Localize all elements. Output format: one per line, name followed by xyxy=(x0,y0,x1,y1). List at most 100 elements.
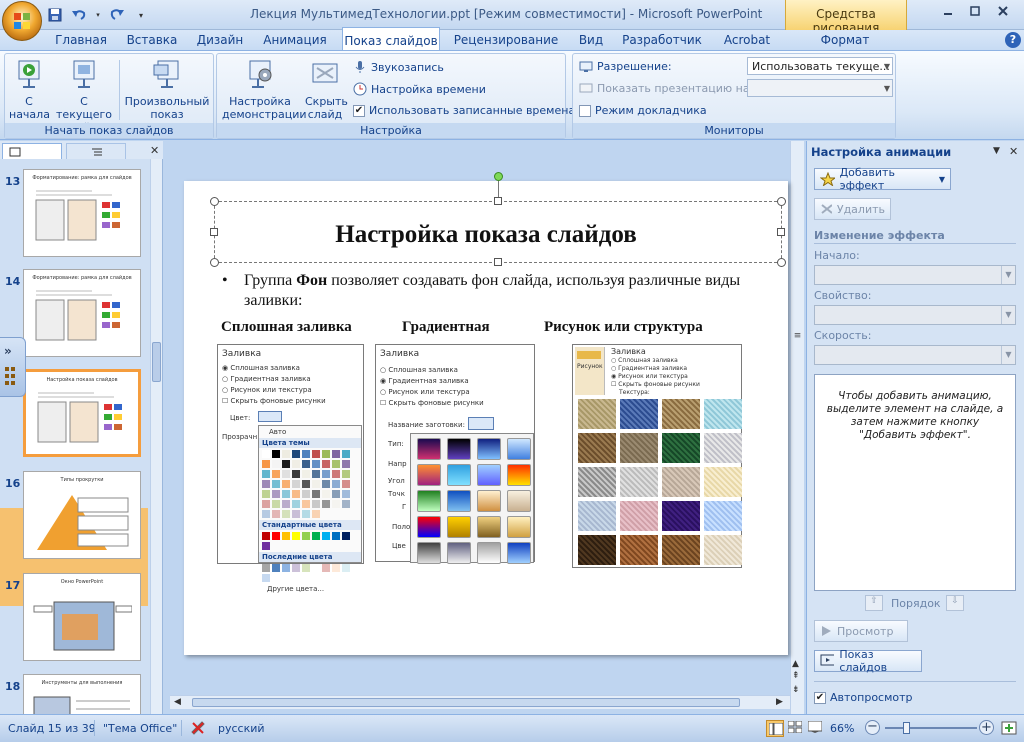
help-icon[interactable]: ? xyxy=(1005,32,1021,48)
scroll-right-icon[interactable]: ▶ xyxy=(776,697,783,707)
tab-view[interactable]: Вид xyxy=(572,30,610,50)
resize-handle[interactable] xyxy=(210,258,219,267)
speed-dropdown[interactable]: ▼ xyxy=(814,345,1016,365)
zoom-slider-track[interactable] xyxy=(885,727,977,729)
property-dropdown[interactable]: ▼ xyxy=(814,305,1016,325)
tab-acrobat[interactable]: Acrobat xyxy=(716,30,778,50)
tab-developer[interactable]: Разработчик xyxy=(620,30,704,50)
animation-list[interactable]: Чтобы добавить анимацию, выделите элемен… xyxy=(814,374,1016,591)
color-swatch xyxy=(342,460,350,468)
presenter-view-check[interactable] xyxy=(579,104,591,117)
caption-picture[interactable]: Рисунок или структура xyxy=(544,319,703,336)
start-dropdown[interactable]: ▼ xyxy=(814,265,1016,285)
theme-name[interactable]: "Тема Office" xyxy=(103,722,177,735)
undo-icon[interactable] xyxy=(70,7,88,23)
rotation-handle[interactable] xyxy=(494,172,503,181)
pane-menu-icon[interactable]: ▼ xyxy=(993,146,1000,156)
zoom-out-icon[interactable]: − xyxy=(865,720,880,735)
remove-button[interactable]: Удалить xyxy=(814,198,891,220)
slide-thumbnail[interactable]: Форматирование: рамка для слайдов xyxy=(23,169,141,257)
spellcheck-icon[interactable] xyxy=(190,720,206,739)
minimize-icon[interactable] xyxy=(935,2,960,20)
fit-to-window-button[interactable] xyxy=(1000,720,1018,739)
scroll-grip-icon[interactable]: ≡ xyxy=(792,331,803,343)
show-on-dropdown[interactable]: ▼ xyxy=(747,79,893,97)
gradient-swatch xyxy=(417,516,441,538)
resolution-dropdown[interactable]: Использовать текуще... ▼ xyxy=(747,57,893,75)
setup-show-button[interactable]: Настройка демонстрации xyxy=(221,58,307,121)
language[interactable]: русский xyxy=(218,722,265,735)
tab-design[interactable]: Дизайн xyxy=(192,30,248,50)
panel-scrollbar[interactable] xyxy=(150,159,162,714)
scrollbar-thumb[interactable] xyxy=(152,342,161,382)
preview-button[interactable]: Просмотр xyxy=(814,620,908,642)
scroll-left-icon[interactable]: ◀ xyxy=(174,697,181,707)
undo-dropdown-icon[interactable]: ▾ xyxy=(94,7,102,23)
slide-bullet[interactable]: • Группа Фон позволяет создавать фон сла… xyxy=(222,271,762,311)
slide-title[interactable]: Настройка показа слайдов xyxy=(184,221,788,249)
scroll-up-icon[interactable]: ▲ xyxy=(792,659,799,669)
zoom-slider-thumb[interactable] xyxy=(903,722,910,734)
custom-show-button[interactable]: Произвольный показ xyxy=(123,58,211,121)
autopreview-checkbox[interactable]: ✔ Автопросмотр xyxy=(814,691,913,704)
redo-icon[interactable] xyxy=(108,7,126,23)
tab-animation[interactable]: Анимация xyxy=(258,30,332,50)
slide-thumbnail[interactable]: Форматирование: рамка для слайдов xyxy=(23,269,141,357)
resize-handle[interactable] xyxy=(494,258,502,266)
tab-slides[interactable] xyxy=(2,143,62,159)
resize-handle[interactable] xyxy=(494,197,502,205)
zoom-level[interactable]: 66% xyxy=(830,722,854,735)
caption-gradient[interactable]: Градиентная xyxy=(402,319,490,336)
color-swatch xyxy=(292,480,300,488)
rehearse-timings-button[interactable]: Настройка времени xyxy=(353,82,486,96)
texture-swatch xyxy=(620,399,658,429)
save-icon[interactable] xyxy=(46,7,64,23)
tab-slideshow[interactable]: Показ слайдов xyxy=(342,27,440,51)
slide-thumbnail[interactable]: Окно PowerPoint xyxy=(23,573,141,661)
resize-handle[interactable] xyxy=(777,258,786,267)
close-panel-icon[interactable]: ✕ xyxy=(150,144,159,157)
use-timings-check[interactable]: ✔ xyxy=(353,104,365,117)
slide-thumbnail[interactable]: Настройка показа слайдов xyxy=(23,369,141,457)
slide-canvas[interactable]: Настройка показа слайдов • Группа Фон по… xyxy=(184,172,788,655)
slide-sorter-button[interactable] xyxy=(787,720,803,736)
tab-review[interactable]: Рецензирование xyxy=(450,30,562,50)
dlg1-color-label: Цвет: xyxy=(230,414,251,422)
prev-slide-icon[interactable]: ⇞ xyxy=(792,671,800,681)
from-start-button[interactable]: С начала xyxy=(7,58,51,121)
panel-expand-handle[interactable]: » xyxy=(0,337,26,397)
slide-counter[interactable]: Слайд 15 из 39 xyxy=(8,722,96,735)
move-up-icon[interactable]: ⇧ xyxy=(865,595,883,611)
horizontal-scrollbar[interactable]: ◀ ▶ xyxy=(170,695,790,709)
tab-format[interactable]: Формат xyxy=(812,30,878,50)
normal-view-button[interactable] xyxy=(766,720,784,737)
slide-thumbnail[interactable]: Типы прокрутки xyxy=(23,471,141,559)
use-timings-checkbox[interactable]: ✔ Использовать записанные времена xyxy=(353,104,575,117)
tab-outline[interactable] xyxy=(66,143,126,159)
zoom-in-icon[interactable]: + xyxy=(979,720,994,735)
add-effect-button[interactable]: Добавить эффект ▼ xyxy=(814,166,951,192)
tab-home[interactable]: Главная xyxy=(52,30,110,50)
texture-swatch xyxy=(662,535,700,565)
reading-view-button[interactable] xyxy=(807,720,823,736)
resize-handle[interactable] xyxy=(777,197,786,206)
autopreview-check[interactable]: ✔ xyxy=(814,691,826,704)
customize-qat-icon[interactable]: ▾ xyxy=(132,7,150,23)
texture-swatch xyxy=(662,399,700,429)
slideshow-button[interactable]: Показ слайдов xyxy=(814,648,922,674)
color-swatch xyxy=(312,564,320,572)
vertical-scrollbar[interactable]: ≡ ▲ ⇞ ⇟ xyxy=(790,141,804,714)
presenter-view-checkbox[interactable]: Режим докладчика xyxy=(579,104,707,117)
office-button[interactable] xyxy=(2,1,42,41)
resize-handle[interactable] xyxy=(210,197,219,206)
record-narration-button[interactable]: Звукозапись xyxy=(353,60,444,74)
caption-solid[interactable]: Сплошная заливка xyxy=(221,319,352,336)
pane-close-icon[interactable]: ✕ xyxy=(1009,145,1018,158)
next-slide-icon[interactable]: ⇟ xyxy=(792,685,800,695)
maximize-icon[interactable] xyxy=(962,2,987,20)
close-icon[interactable] xyxy=(990,2,1015,20)
move-down-icon[interactable]: ⇩ xyxy=(946,595,964,611)
hscroll-thumb[interactable] xyxy=(192,698,740,707)
hide-slide-button[interactable]: Скрыть слайд xyxy=(303,58,348,121)
tab-insert[interactable]: Вставка xyxy=(122,30,182,50)
